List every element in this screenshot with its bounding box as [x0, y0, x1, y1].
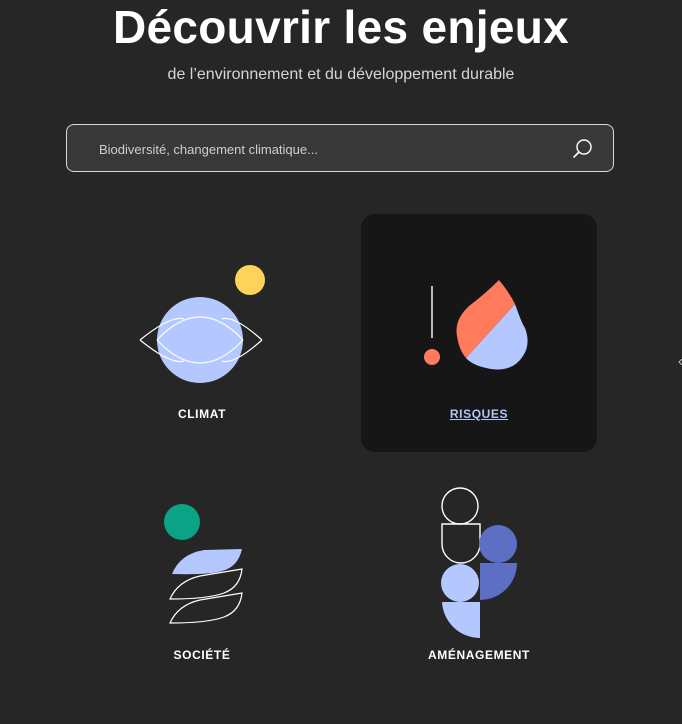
topic-card-climat[interactable]: CLIMAT	[84, 214, 320, 452]
planning-icon	[441, 487, 517, 638]
topic-label: CLIMAT	[177, 407, 227, 421]
search-input[interactable]	[97, 125, 561, 173]
carousel-edge-indicator	[678, 352, 682, 366]
topic-card-risques[interactable]: RISQUES	[361, 214, 597, 452]
society-icon	[164, 504, 243, 624]
topic-label: RISQUES	[449, 407, 509, 421]
planet-icon	[139, 265, 265, 383]
fire-alert-icon	[424, 280, 528, 370]
page-subtitle: de l’environnement et du développement d…	[167, 66, 515, 83]
search-box	[66, 124, 614, 173]
topic-label: SOCIÉTÉ	[173, 648, 231, 662]
topic-card-societe[interactable]: SOCIÉTÉ	[84, 486, 320, 724]
topic-card-amenagement[interactable]: AMÉNAGEMENT	[361, 486, 597, 724]
page-title: Découvrir les enjeux	[113, 1, 569, 53]
topic-label: AMÉNAGEMENT	[428, 648, 530, 662]
search-icon[interactable]	[571, 137, 595, 161]
